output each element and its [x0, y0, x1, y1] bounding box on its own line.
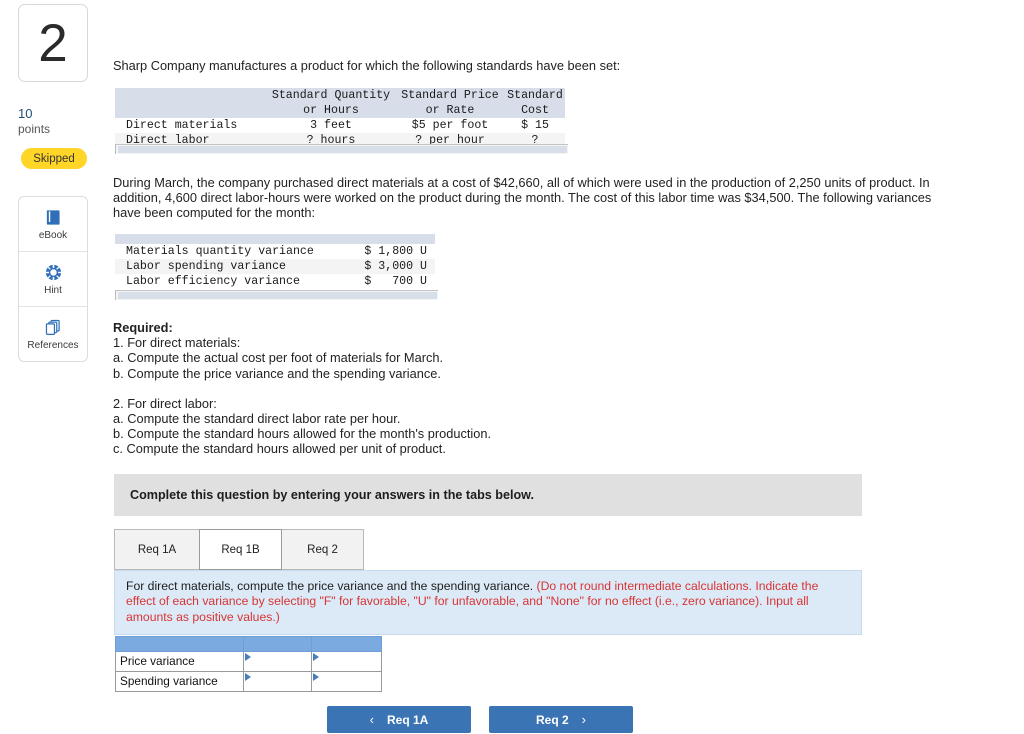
scenario-paragraph: During March, the company purchased dire…	[113, 175, 932, 221]
required-title: Required:	[113, 320, 173, 335]
variance-row-label: Labor efficiency variance	[115, 274, 355, 289]
requirement-instruction: For direct materials, compute the price …	[114, 570, 862, 636]
tab-req-1b[interactable]: Req 1B	[199, 529, 282, 570]
answer-header-blank-3	[311, 636, 382, 652]
references-button[interactable]: References	[19, 307, 87, 361]
standards-row-price: $5 per foot	[395, 118, 505, 133]
tool-panel: eBook Hint References	[18, 196, 88, 362]
ebook-button[interactable]: eBook	[19, 197, 87, 252]
variance-table: Materials quantity variance $ 1,800 U La…	[115, 234, 435, 289]
complete-question-text: Complete this question by entering your …	[130, 488, 534, 502]
tab-req-2[interactable]: Req 2	[281, 529, 364, 570]
table-row: Spending variance	[115, 671, 382, 692]
chevron-left-icon: ‹	[369, 712, 374, 727]
answer-header-blank-1	[115, 636, 244, 652]
dropdown-marker-icon	[245, 653, 251, 661]
variance-row-amount: $ 700 U	[355, 274, 435, 289]
table-row: Direct materials 3 feet $5 per foot $ 15	[115, 118, 565, 133]
variance-row-label: Labor spending variance	[115, 259, 355, 274]
points-value: 10	[18, 106, 33, 121]
complete-question-banner: Complete this question by entering your …	[114, 474, 862, 516]
chevron-right-icon: ›	[581, 712, 587, 727]
standards-row-quantity: 3 feet	[267, 118, 395, 133]
standards-table-scrollbar[interactable]	[115, 144, 568, 154]
price-variance-amount-input[interactable]	[243, 651, 312, 672]
dropdown-marker-icon	[245, 673, 251, 681]
required-item: a. Compute the standard direct labor rat…	[113, 411, 401, 427]
required-item: b. Compute the price variance and the sp…	[113, 365, 441, 381]
table-row: Labor spending variance $ 3,000 U	[115, 259, 435, 274]
book-icon	[44, 208, 63, 227]
standards-header-quantity-2: or Hours	[267, 103, 395, 118]
intro-text: Sharp Company manufactures a product for…	[113, 58, 621, 73]
answer-header-blank-2	[243, 636, 312, 652]
ebook-label: eBook	[38, 229, 68, 241]
variance-row-label: Materials quantity variance	[115, 244, 355, 259]
variance-table-header-row	[115, 234, 435, 244]
required-item: 2. For direct labor:	[113, 395, 217, 411]
required-item: 1. For direct materials:	[113, 335, 241, 351]
standards-row-cost: $ 15	[505, 118, 565, 133]
question-number: 2	[38, 13, 68, 73]
required-item: c. Compute the standard hours allowed pe…	[113, 441, 446, 457]
table-row: Price variance	[115, 651, 382, 672]
tab-req-2-label: Req 2	[307, 543, 338, 556]
price-variance-effect-input[interactable]	[311, 651, 382, 672]
table-row: Labor efficiency variance $ 700 U	[115, 274, 435, 289]
standards-header-price: Standard Price	[395, 88, 505, 103]
question-sidebar: 2 10 points Skipped eBook Hint Reference…	[0, 0, 108, 734]
standards-table: Standard Quantity Standard Price Standar…	[115, 88, 565, 148]
dropdown-marker-icon	[313, 653, 319, 661]
standards-header-cost-2: Cost	[505, 103, 565, 118]
question-number-box: 2	[18, 4, 88, 82]
hint-button[interactable]: Hint	[19, 252, 87, 307]
instruction-black-text: For direct materials, compute the price …	[126, 579, 537, 593]
next-requirement-label: Req 2	[535, 712, 569, 727]
standards-row-label: Direct materials	[115, 118, 267, 133]
table-row: Materials quantity variance $ 1,800 U	[115, 244, 435, 259]
dropdown-marker-icon	[313, 673, 319, 681]
status-badge: Skipped	[21, 148, 87, 169]
standards-header-quantity: Standard Quantity	[267, 88, 395, 103]
references-label: References	[27, 339, 79, 351]
spending-variance-amount-input[interactable]	[243, 671, 312, 692]
tab-req-1a[interactable]: Req 1A	[114, 529, 200, 570]
points-display: 10 points	[18, 106, 50, 137]
documents-stack-icon	[44, 318, 63, 337]
spending-variance-effect-input[interactable]	[311, 671, 382, 692]
points-label: points	[18, 122, 51, 137]
hint-label: Hint	[44, 284, 62, 296]
variance-table-scrollbar[interactable]	[115, 290, 438, 300]
answer-row-label-spending-variance: Spending variance	[115, 671, 244, 692]
prev-requirement-button[interactable]: ‹ Req 1A	[327, 706, 471, 733]
life-ring-icon	[44, 263, 63, 282]
answer-row-label-price-variance: Price variance	[115, 651, 244, 672]
required-item: a. Compute the actual cost per foot of m…	[113, 350, 444, 366]
standards-header-price-2: or Rate	[395, 103, 505, 118]
answer-table-header-row	[115, 636, 382, 652]
variance-row-amount: $ 1,800 U	[355, 244, 435, 259]
answer-input-table: Price variance Spending variance	[115, 636, 382, 692]
standards-table-header-row2: or Hours or Rate Cost	[115, 103, 565, 118]
required-section: Required: 1. For direct materials: a. Co…	[113, 320, 713, 457]
variance-row-amount: $ 3,000 U	[355, 259, 435, 274]
tab-req-1a-label: Req 1A	[137, 543, 177, 556]
required-item: b. Compute the standard hours allowed fo…	[113, 426, 492, 442]
next-requirement-button[interactable]: Req 2 ›	[489, 706, 633, 733]
tab-req-1b-label: Req 1B	[221, 543, 260, 556]
prev-requirement-label: Req 1A	[387, 712, 429, 727]
standards-header-cost: Standard	[505, 88, 565, 103]
standards-table-header-row: Standard Quantity Standard Price Standar…	[115, 88, 565, 103]
